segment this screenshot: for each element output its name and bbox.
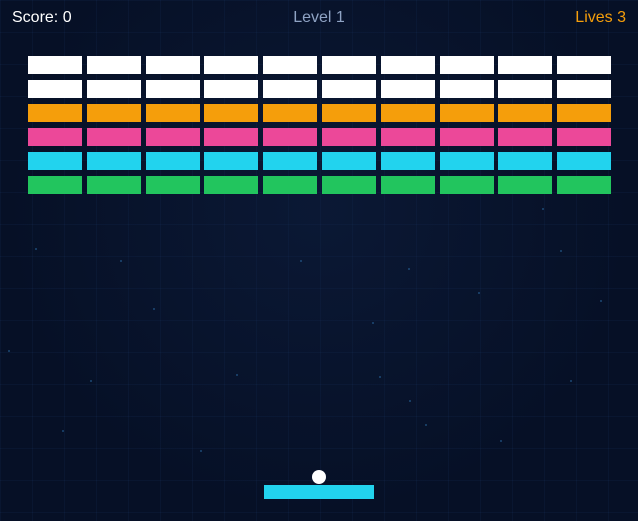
brick [381, 128, 435, 146]
brick [440, 176, 494, 194]
brick [322, 152, 376, 170]
star-dot [570, 380, 572, 382]
brick [322, 80, 376, 98]
star-dot [379, 376, 381, 378]
star-dot [153, 308, 155, 310]
brick [146, 152, 200, 170]
brick [204, 128, 258, 146]
brick [263, 128, 317, 146]
brick [498, 152, 552, 170]
brick [381, 80, 435, 98]
brick [557, 56, 611, 74]
brick [322, 56, 376, 74]
brick [87, 56, 141, 74]
brick [440, 56, 494, 74]
brick [498, 80, 552, 98]
level-display: Level 1 [293, 9, 345, 26]
star-dot [35, 248, 37, 250]
star-dot [409, 400, 411, 402]
brick [28, 128, 82, 146]
brick [322, 128, 376, 146]
brick-wall [28, 56, 611, 195]
star-dot [300, 260, 302, 262]
star-dot [200, 450, 202, 452]
game-canvas[interactable]: Score: 0 Level 1 Lives 3 [0, 0, 638, 521]
brick [263, 152, 317, 170]
brick [557, 80, 611, 98]
brick [381, 104, 435, 122]
brick [263, 56, 317, 74]
brick [322, 176, 376, 194]
brick [146, 104, 200, 122]
brick [146, 176, 200, 194]
star-dot [560, 250, 562, 252]
brick [87, 152, 141, 170]
star-dot [478, 292, 480, 294]
brick [440, 128, 494, 146]
brick [557, 104, 611, 122]
star-dot [90, 380, 92, 382]
lives-display: Lives 3 [575, 9, 626, 26]
brick [28, 56, 82, 74]
brick [381, 152, 435, 170]
brick [263, 104, 317, 122]
brick [87, 128, 141, 146]
brick [28, 176, 82, 194]
star-dot [500, 440, 502, 442]
star-dot [62, 430, 64, 432]
brick [28, 152, 82, 170]
brick [146, 128, 200, 146]
star-dot [542, 208, 544, 210]
brick [87, 80, 141, 98]
ball [312, 470, 326, 484]
brick [87, 176, 141, 194]
brick [263, 80, 317, 98]
star-dot [408, 268, 410, 270]
paddle[interactable] [264, 485, 374, 499]
brick [557, 152, 611, 170]
star-dot [236, 374, 238, 376]
brick [498, 104, 552, 122]
brick [498, 56, 552, 74]
brick [498, 176, 552, 194]
brick [381, 56, 435, 74]
brick [381, 176, 435, 194]
star-dot [372, 322, 374, 324]
star-dot [425, 424, 427, 426]
star-dot [600, 300, 602, 302]
brick [440, 104, 494, 122]
brick [204, 152, 258, 170]
brick [28, 80, 82, 98]
brick [146, 80, 200, 98]
brick [204, 56, 258, 74]
brick [204, 80, 258, 98]
brick [498, 128, 552, 146]
brick [440, 152, 494, 170]
star-dot [8, 350, 10, 352]
brick [557, 176, 611, 194]
brick [87, 104, 141, 122]
brick [322, 104, 376, 122]
brick [557, 128, 611, 146]
brick [204, 176, 258, 194]
brick [440, 80, 494, 98]
star-dot [120, 260, 122, 262]
brick [204, 104, 258, 122]
brick [146, 56, 200, 74]
brick [28, 104, 82, 122]
brick [263, 176, 317, 194]
